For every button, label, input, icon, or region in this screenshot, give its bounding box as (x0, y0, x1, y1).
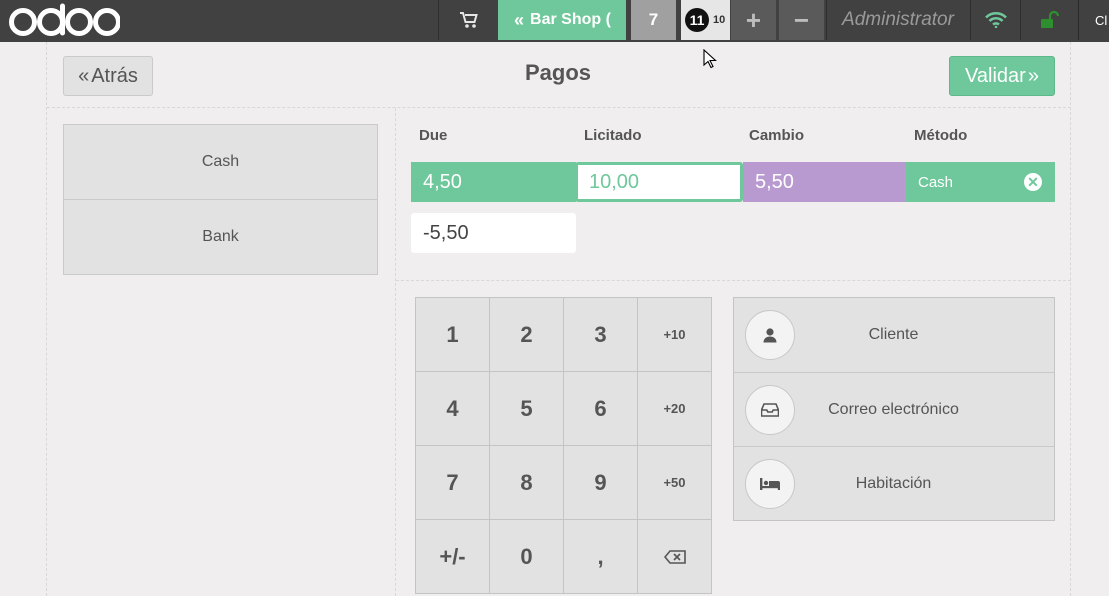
customer-label: Cliente (868, 326, 919, 343)
numpad-key-comma[interactable]: , (564, 520, 638, 593)
numpad-key-plus20[interactable]: +20 (638, 372, 711, 446)
payment-method-label: Bank (202, 228, 239, 245)
numpad-key-0[interactable]: 0 (490, 520, 564, 593)
cart-button[interactable] (438, 0, 498, 40)
due-value: 4,50 (423, 170, 462, 193)
close-button[interactable]: Cl (1078, 0, 1109, 40)
backspace-icon (663, 549, 686, 564)
shop-button[interactable]: « Bar Shop ( (498, 0, 626, 40)
numpad-key-3[interactable]: 3 (564, 298, 638, 372)
minus-icon: − (793, 4, 810, 35)
email-button[interactable]: Correo electrónico (734, 372, 1054, 446)
lock-icon (1040, 11, 1059, 28)
page-title: Pagos (524, 60, 592, 85)
mouse-cursor-icon (703, 49, 717, 69)
back-label: Atrás (91, 64, 138, 87)
customer-button[interactable]: Cliente (734, 298, 1054, 372)
order-tab-sub: 10 (713, 14, 726, 26)
shop-label: Bar Shop ( (530, 11, 611, 28)
room-button[interactable]: Habitación (734, 446, 1054, 520)
double-chevron-left-icon: « (78, 64, 90, 87)
divider (395, 108, 396, 596)
user-label: Administrator (842, 9, 954, 30)
numpad-key-7[interactable]: 7 (416, 446, 490, 520)
user-name[interactable]: Administrator (826, 0, 969, 40)
room-label: Habitación (855, 474, 932, 492)
order-tab-label: 7 (648, 10, 659, 29)
numpad-key-1[interactable]: 1 (416, 298, 490, 372)
bed-icon (745, 459, 795, 509)
email-label: Correo electrónico (828, 400, 959, 418)
numpad-key-sign[interactable]: +/- (416, 520, 490, 593)
cart-icon (459, 12, 478, 28)
column-header-method: Método (914, 127, 968, 144)
delete-paymentline-icon[interactable]: ✕ (1024, 173, 1042, 191)
lock-button[interactable] (1020, 0, 1078, 40)
wifi-icon (984, 12, 1007, 28)
numpad-key-5[interactable]: 5 (490, 372, 564, 446)
numpad-key-plus10[interactable]: +10 (638, 298, 711, 372)
payment-method-cash[interactable]: Cash (64, 125, 377, 199)
connection-status[interactable] (970, 0, 1020, 40)
backspace-key[interactable] (638, 520, 711, 593)
order-tab-11[interactable]: 11 10 (681, 0, 730, 40)
numpad-key-9[interactable]: 9 (564, 446, 638, 520)
double-chevron-right-icon: » (1027, 64, 1039, 87)
double-chevron-left-icon: « (514, 9, 525, 30)
payment-actions: Cliente Correo electrónico Habitación (733, 297, 1055, 521)
numpad-key-8[interactable]: 8 (490, 446, 564, 520)
payment-method-bank[interactable]: Bank (64, 199, 377, 274)
numpad-key-4[interactable]: 4 (416, 372, 490, 446)
add-order-button[interactable]: + (731, 0, 776, 40)
top-bar: « Bar Shop ( 7 11 10 + − Administrator C… (0, 0, 1109, 42)
paymentline-change[interactable]: 5,50 (743, 162, 906, 202)
order-tab-7[interactable]: 7 (631, 0, 676, 40)
numpad-key-plus50[interactable]: +50 (638, 446, 711, 520)
validate-label: Validar (965, 64, 1026, 87)
method-value: Cash (918, 173, 954, 191)
plus-icon: + (745, 4, 762, 35)
odoo-logo (9, 3, 120, 36)
order-badge: 11 (685, 8, 709, 32)
divider (47, 107, 1071, 108)
close-label: Cl (1095, 12, 1108, 28)
numpad-key-6[interactable]: 6 (564, 372, 638, 446)
remove-order-button[interactable]: − (779, 0, 824, 40)
user-icon (745, 310, 795, 360)
inbox-icon (745, 385, 795, 435)
numpad-key-2[interactable]: 2 (490, 298, 564, 372)
paymentline-due[interactable]: 4,50 (411, 162, 576, 202)
payment-method-label: Cash (201, 153, 240, 170)
remaining-value: -5,50 (423, 221, 469, 244)
divider (396, 280, 1071, 281)
back-button[interactable]: « Atrás (63, 56, 153, 96)
column-header-due: Due (419, 127, 448, 144)
payment-methods: Cash Bank (63, 124, 378, 275)
paymentline-tendered-input[interactable]: 10,00 (575, 162, 743, 202)
column-header-change: Cambio (749, 127, 805, 144)
column-header-tendered: Licitado (584, 127, 642, 144)
change-value: 5,50 (755, 170, 794, 193)
validate-button[interactable]: Validar » (949, 56, 1055, 96)
numpad: 1 2 3 +10 4 5 6 +20 7 8 9 +50 +/- 0 , (415, 297, 712, 594)
remaining-amount: -5,50 (411, 213, 576, 253)
tendered-value: 10,00 (589, 170, 640, 193)
